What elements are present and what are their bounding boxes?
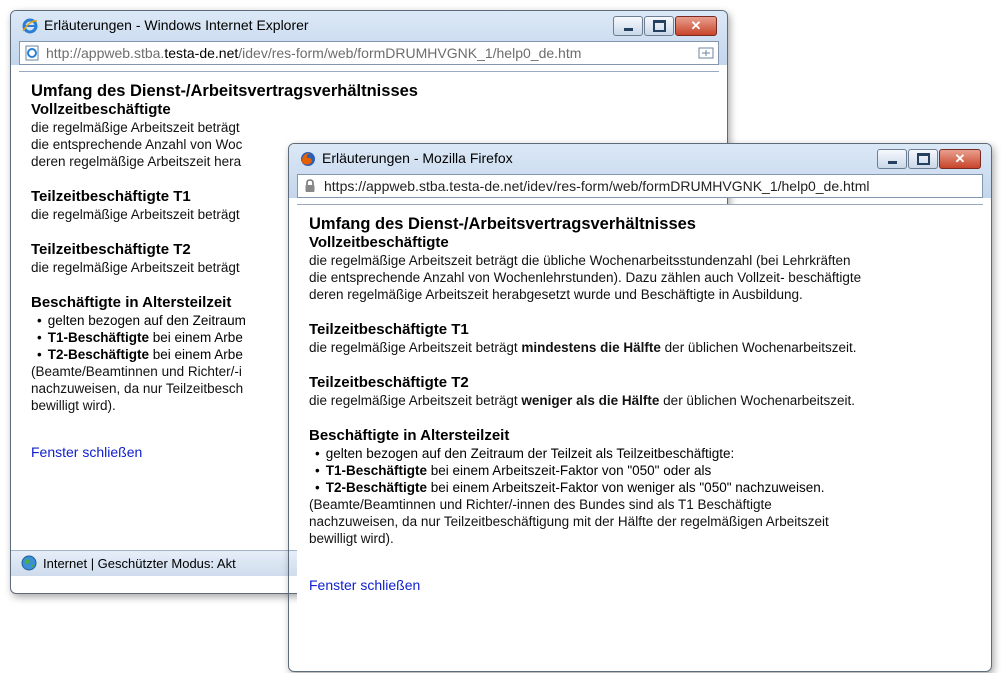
ie-status-text: Internet | Geschützter Modus: Akt [43, 556, 236, 571]
ff-url-text: https://appweb.stba.testa-de.net/idev/re… [324, 178, 870, 194]
text-line: (Beamte/Beamtinnen und Richter/-innen de… [309, 497, 772, 512]
list-item-text: bei einem Arbe [149, 347, 243, 362]
text-line: bewilligt wird). [309, 531, 394, 546]
ie-window-controls: ✕ [612, 16, 717, 36]
list-item: T1-Beschäftigte bei einem Arbeitszeit-Fa… [315, 462, 971, 479]
section-title-vollzeit: Vollzeitbeschäftigte [309, 234, 449, 251]
ie-minimize-button[interactable] [613, 16, 643, 36]
text-segment: die regelmäßige Arbeitszeit beträgt [309, 340, 522, 355]
list-item-bold: T1-Beschäftigte [325, 463, 428, 478]
ff-chrome: Erläuterungen - Mozilla Firefox ✕ https:… [289, 144, 991, 198]
ie-maximize-button[interactable] [644, 16, 674, 36]
text-line: die regelmäßige Arbeitszeit beträgt die … [309, 253, 851, 268]
close-window-link[interactable]: Fenster schließen [31, 444, 142, 460]
minimize-icon [623, 27, 633, 31]
text-bold: weniger als die Hälfte [521, 393, 660, 408]
text-line: die regelmäßige Arbeitszeit beträgt [31, 120, 240, 135]
ie-logo-icon [22, 18, 38, 34]
text-segment: der üblichen Wochenarbeitszeit. [659, 393, 856, 408]
list-item-text: bei einem Arbe [149, 330, 243, 345]
ie-page-icon [25, 45, 39, 61]
url-path: /idev/res-form/web/formDRUMHVGNK_1/help0… [238, 45, 582, 61]
ff-window-title: Erläuterungen - Mozilla Firefox [322, 150, 513, 166]
lock-icon [305, 179, 315, 192]
list-item-bold: T2-Beschäftigte [47, 347, 150, 362]
ff-address-bar[interactable]: https://appweb.stba.testa-de.net/idev/re… [297, 174, 983, 198]
text-line: die regelmäßige Arbeitszeit beträgt mind… [309, 339, 971, 356]
section-title-altersteilzeit: Beschäftigte in Altersteilzeit [309, 427, 510, 444]
list-item-bold: T2-Beschäftigte [325, 480, 428, 495]
text-line: die entsprechende Anzahl von Wochenlehrs… [309, 270, 862, 285]
minimize-icon [887, 160, 897, 164]
ie-url-text: http://appweb.stba.testa-de.net/idev/res… [46, 45, 581, 61]
close-icon: ✕ [690, 18, 702, 33]
text-segment: die regelmäßige Arbeitszeit beträgt [309, 393, 522, 408]
ff-maximize-button[interactable] [908, 149, 938, 169]
ff-window-controls: ✕ [876, 149, 981, 169]
text-bold: mindestens die Hälfte [521, 340, 661, 355]
compatibility-view-icon[interactable] [698, 45, 714, 61]
firefox-logo-icon [301, 152, 315, 166]
page-heading: Umfang des Dienst-/Arbeitsvertragsverhäl… [309, 215, 696, 233]
url-prefix: http://appweb.stba. [46, 45, 165, 61]
globe-icon [21, 555, 37, 571]
page-heading: Umfang des Dienst-/Arbeitsvertragsverhäl… [31, 82, 418, 100]
bullet-list: gelten bezogen auf den Zeitraum der Teil… [309, 445, 971, 496]
text-line: deren regelmäßige Arbeitszeit herabgeset… [309, 287, 803, 302]
text-line: nachzuweisen, da nur Teilzeitbeschäftigu… [309, 514, 829, 529]
ff-titlebar[interactable]: Erläuterungen - Mozilla Firefox ✕ [289, 144, 991, 174]
ie-chrome: Erläuterungen - Windows Internet Explore… [11, 11, 727, 65]
ff-minimize-button[interactable] [877, 149, 907, 169]
ff-page-content: Umfang des Dienst-/Arbeitsvertragsverhäl… [297, 204, 983, 649]
ie-window-title: Erläuterungen - Windows Internet Explore… [44, 17, 309, 33]
list-item-text: gelten bezogen auf den Zeitraum [47, 313, 246, 328]
close-icon: ✕ [954, 151, 966, 166]
list-item-text: gelten bezogen auf den Zeitraum der Teil… [325, 446, 735, 461]
section-title-t1: Teilzeitbeschäftigte T1 [309, 321, 469, 338]
maximize-icon [916, 153, 930, 165]
list-item: gelten bezogen auf den Zeitraum der Teil… [315, 445, 971, 462]
ie-titlebar[interactable]: Erläuterungen - Windows Internet Explore… [11, 11, 727, 41]
close-window-link[interactable]: Fenster schließen [309, 577, 420, 593]
list-item: T2-Beschäftigte bei einem Arbeitszeit-Fa… [315, 479, 971, 496]
firefox-window: Erläuterungen - Mozilla Firefox ✕ https:… [288, 143, 992, 672]
url-domain: testa-de.net [164, 45, 239, 61]
text-segment: der üblichen Wochenarbeitszeit. [660, 340, 857, 355]
ie-address-bar[interactable]: http://appweb.stba.testa-de.net/idev/res… [19, 41, 719, 65]
list-item-text: bei einem Arbeitszeit-Faktor von "050" o… [427, 463, 712, 478]
ff-close-button[interactable]: ✕ [939, 149, 981, 169]
list-item-text: bei einem Arbeitszeit-Faktor von weniger… [427, 480, 825, 495]
maximize-icon [652, 20, 666, 32]
list-item-bold: T1-Beschäftigte [47, 330, 150, 345]
ie-close-button[interactable]: ✕ [675, 16, 717, 36]
section-title-vollzeit: Vollzeitbeschäftigte [31, 101, 171, 118]
text-line: die regelmäßige Arbeitszeit beträgt weni… [309, 392, 971, 409]
section-title-t2: Teilzeitbeschäftigte T2 [309, 374, 469, 391]
